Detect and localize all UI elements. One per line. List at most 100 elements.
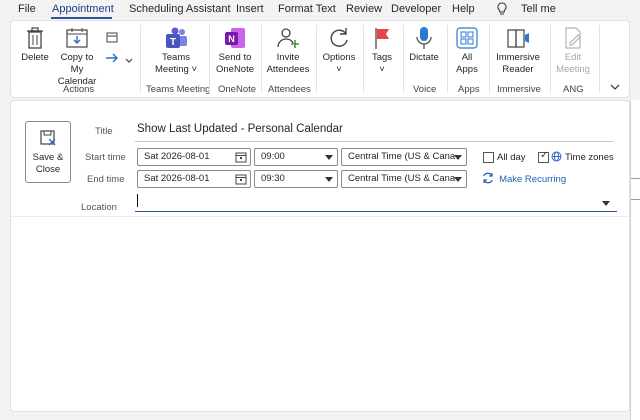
- title-underline: [135, 141, 613, 142]
- allapps-label-line2: Apps: [456, 64, 478, 75]
- group-separator: [447, 25, 448, 93]
- notes-body[interactable]: [11, 217, 629, 411]
- time-zones-label: Time zones: [565, 152, 614, 163]
- tab-review[interactable]: Review: [346, 3, 382, 15]
- group-separator: [599, 25, 600, 93]
- ribbon: Delete Copy to My Calendar Actions T Tea…: [10, 20, 630, 98]
- apps-group-label: Apps: [458, 84, 480, 95]
- onenote-icon: N: [225, 28, 245, 48]
- allapps-label-line1: All: [461, 52, 473, 63]
- background-window-edge: [630, 100, 640, 420]
- onenote-group-label: OneNote: [218, 84, 257, 95]
- time-zones-checkbox[interactable]: ✓: [538, 150, 549, 163]
- make-recurring-label: Make Recurring: [499, 174, 567, 185]
- dictate-label: Dictate: [409, 52, 439, 63]
- tab-appointment[interactable]: Appointment: [52, 3, 114, 15]
- tab-scheduling-assistant[interactable]: Scheduling Assistant: [129, 3, 231, 15]
- checkmark-icon: ✓: [540, 150, 549, 161]
- start-date-field[interactable]: Sat 2026-08-01: [137, 148, 251, 166]
- start-timezone-select[interactable]: Central Time (US & Cana: [341, 148, 467, 166]
- teams-chevron-icon: ˅: [188, 64, 197, 75]
- all-apps-button[interactable]: All Apps: [451, 25, 483, 76]
- calendar-picker-icon[interactable]: [235, 151, 247, 163]
- group-separator: [489, 25, 490, 93]
- all-day-label: All day: [497, 152, 526, 163]
- edit-meeting-button[interactable]: Edit Meeting: [553, 25, 593, 76]
- all-day-checkbox[interactable]: [483, 152, 494, 163]
- end-time-label: End time: [87, 174, 125, 185]
- delete-button[interactable]: Delete: [19, 25, 51, 64]
- copy-to-my-calendar-button[interactable]: Copy to My Calendar: [53, 25, 101, 88]
- reader-label-line2: Reader: [502, 64, 534, 75]
- dictate-button[interactable]: Dictate: [407, 25, 441, 64]
- invite-label-line2: Attendees: [266, 64, 310, 75]
- dropdown-arrow-icon[interactable]: [454, 177, 462, 182]
- invite-attendees-button[interactable]: Invite Attendees: [264, 25, 312, 76]
- group-separator: [209, 25, 210, 93]
- dropdown-arrow-icon[interactable]: [454, 155, 462, 160]
- save-close-button[interactable]: Save & Close: [25, 121, 71, 183]
- tags-button[interactable]: Tags ˅: [366, 25, 398, 76]
- group-separator: [261, 25, 262, 93]
- text-cursor: [137, 194, 138, 207]
- end-date-field[interactable]: Sat 2026-08-01: [137, 170, 251, 188]
- tab-file[interactable]: File: [18, 3, 36, 15]
- flag-icon: [375, 28, 389, 49]
- recurring-icon: [483, 172, 493, 184]
- teams-icon: T: [166, 27, 187, 48]
- delete-label: Delete: [21, 52, 49, 63]
- immersive-group-label: Immersive: [497, 84, 541, 95]
- teams-meeting-button[interactable]: T Teams Meeting ˅: [151, 25, 201, 76]
- immersive-reader-button[interactable]: Immersive Reader: [493, 25, 543, 76]
- tab-help[interactable]: Help: [452, 3, 475, 15]
- start-time-value: 09:00: [261, 151, 285, 162]
- globe-icon: [551, 151, 562, 165]
- invite-label-line1: Invite: [276, 52, 300, 63]
- edit-document-icon: [565, 27, 581, 49]
- editmeeting-label-line1: Edit: [564, 52, 582, 63]
- refresh-options-icon: [330, 28, 348, 47]
- end-time-field[interactable]: 09:30: [254, 170, 338, 188]
- chevron-down-icon[interactable]: [125, 55, 133, 67]
- forward-arrow-icon[interactable]: [105, 53, 119, 66]
- dropdown-arrow-icon[interactable]: [325, 155, 333, 160]
- title-input[interactable]: Show Last Updated - Personal Calendar: [137, 123, 343, 135]
- copy-label-line1: Copy to My: [60, 52, 94, 75]
- teams-group-label: Teams Meeting: [146, 84, 211, 95]
- tell-me-search[interactable]: Tell me: [521, 3, 556, 15]
- options-button[interactable]: Options ˅: [319, 25, 359, 76]
- teams-label-line1: Teams: [162, 52, 190, 63]
- group-separator: [363, 25, 364, 93]
- onenote-label-line1: Send to: [218, 52, 252, 63]
- start-time-field[interactable]: 09:00: [254, 148, 338, 166]
- attendees-group-label: Attendees: [268, 84, 311, 95]
- tab-insert[interactable]: Insert: [236, 3, 264, 15]
- calendar-small-icon[interactable]: [106, 31, 118, 46]
- send-to-onenote-button[interactable]: N Send to OneNote: [213, 25, 257, 76]
- calendar-copy-icon: [66, 28, 88, 48]
- tags-label: Tags: [371, 52, 393, 63]
- end-timezone-select[interactable]: Central Time (US & Cana: [341, 170, 467, 188]
- onenote-label-line2: OneNote: [215, 64, 255, 75]
- immersive-reader-icon: [507, 29, 529, 48]
- group-separator: [550, 25, 551, 93]
- calendar-picker-icon[interactable]: [235, 173, 247, 185]
- reader-label-line1: Immersive: [496, 52, 540, 63]
- tab-format-text[interactable]: Format Text: [278, 3, 336, 15]
- teams-label-line2: Meeting: [155, 64, 189, 75]
- background-line: [631, 199, 640, 200]
- make-recurring-link[interactable]: Make Recurring: [482, 172, 566, 185]
- end-timezone-value: Central Time (US & Cana: [348, 173, 456, 184]
- add-person-icon: [277, 28, 299, 48]
- collapse-ribbon-icon[interactable]: [610, 82, 620, 94]
- location-dropdown-icon[interactable]: [602, 201, 610, 206]
- group-separator: [403, 25, 404, 93]
- dropdown-arrow-icon[interactable]: [325, 177, 333, 182]
- save-close-label-line2: Close: [35, 164, 61, 175]
- title-label: Title: [95, 126, 113, 137]
- voice-group-label: Voice: [413, 84, 437, 95]
- background-line: [631, 178, 640, 179]
- appointment-form: Save & Close Title Show Last Updated - P…: [10, 100, 630, 412]
- lightbulb-icon[interactable]: [497, 2, 507, 19]
- tab-developer[interactable]: Developer: [391, 3, 441, 15]
